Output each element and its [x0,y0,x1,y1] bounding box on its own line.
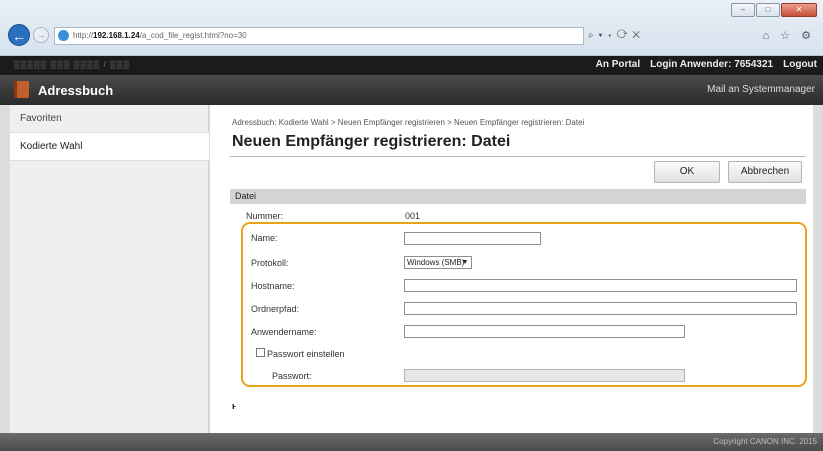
browser-toolbar-icons[interactable]: ⌂ ☆ ⚙ [763,27,815,45]
footer: Copyright CANON INC. 2015 [0,433,823,451]
sidebar-item-favoriten[interactable]: Favoriten [10,105,209,133]
hostname-label: Hostname: [251,281,295,291]
password-label: Passwort: [272,371,312,381]
app-title-bar: Adressbuch Mail an Systemmanager [0,75,823,105]
password-input [404,369,685,382]
hostname-input[interactable] [404,279,797,292]
login-info: Login Anwender: 7654321 [650,59,773,70]
maximize-button[interactable]: □ [756,3,780,17]
copyright: Copyright CANON INC. 2015 [713,437,817,446]
name-label: Name: [251,233,278,243]
mail-to-manager-link[interactable]: Mail an Systemmanager [707,84,815,95]
top-links: An Portal Login Anwender: 7654321 Logout [596,59,817,70]
name-input[interactable] [404,232,541,245]
address-book-icon [14,81,29,98]
app-title: Adressbuch [38,83,114,98]
login-user: 7654321 [734,59,774,70]
folder-path-input[interactable] [404,302,797,315]
protocol-label: Protokoll: [251,258,289,268]
login-label: Login Anwender: [650,59,732,70]
section-header: Datei [230,189,806,204]
browser-logo-icon [58,30,69,41]
page-title: Neuen Empfänger registrieren: Datei [232,133,511,150]
number-value: 001 [405,211,421,221]
folder-path-label: Ordnerpfad: [251,304,300,314]
password-checkbox[interactable] [256,348,265,357]
ok-button[interactable]: OK [654,161,720,183]
close-window-button[interactable]: ✕ [781,3,817,17]
address-bar[interactable]: http://192.168.1.24/a_cod_file_regist.ht… [54,27,584,45]
breadcrumb: Adressbuch: Kodierte Wahl > Neuen Empfän… [232,118,585,127]
password-checkbox-label: Passwort einstellen [267,349,345,359]
address-bar-controls[interactable]: ⌕ ▾ ⋆ ⟳ ✕ [588,27,738,45]
main-content: Adressbuch: Kodierte Wahl > Neuen Empfän… [210,105,813,433]
number-label: Nummer: [246,211,284,221]
window-controls: – □ ✕ [731,3,817,17]
minimize-button[interactable]: – [731,3,755,17]
top-bar: ▒▒▒▒▒ ▒▒▒ ▒▒▒▒ / ▒▒▒ An Portal Login Anw… [0,56,823,75]
username-label: Anwendername: [251,327,317,337]
back-arrow-icon[interactable]: ← [8,24,30,46]
protocol-value: Windows (SMB) [407,258,465,267]
username-input[interactable] [404,325,685,338]
to-top-icon[interactable]: ⱶ [232,401,236,411]
protocol-select[interactable]: Windows (SMB) ▼ [404,256,472,269]
url-host: 192.168.1.24 [93,31,140,40]
browser-chrome: – □ ✕ ← → http://192.168.1.24/a_cod_file… [0,0,823,56]
divider [230,156,806,157]
sidebar-item-kodierte-wahl[interactable]: Kodierte Wahl [10,133,209,161]
logout-link[interactable]: Logout [783,59,817,70]
device-name: ▒▒▒▒▒ ▒▒▒ ▒▒▒▒ / ▒▒▒ [14,60,131,69]
portal-link[interactable]: An Portal [596,59,640,70]
url-prefix: http:// [73,31,94,40]
cancel-button[interactable]: Abbrechen [728,161,802,183]
sidebar: Favoriten Kodierte Wahl [10,105,209,433]
forward-arrow-icon[interactable]: → [33,27,49,43]
chevron-down-icon: ▼ [461,259,469,266]
url-path: /a_cod_file_regist.html?no=30 [139,31,247,40]
